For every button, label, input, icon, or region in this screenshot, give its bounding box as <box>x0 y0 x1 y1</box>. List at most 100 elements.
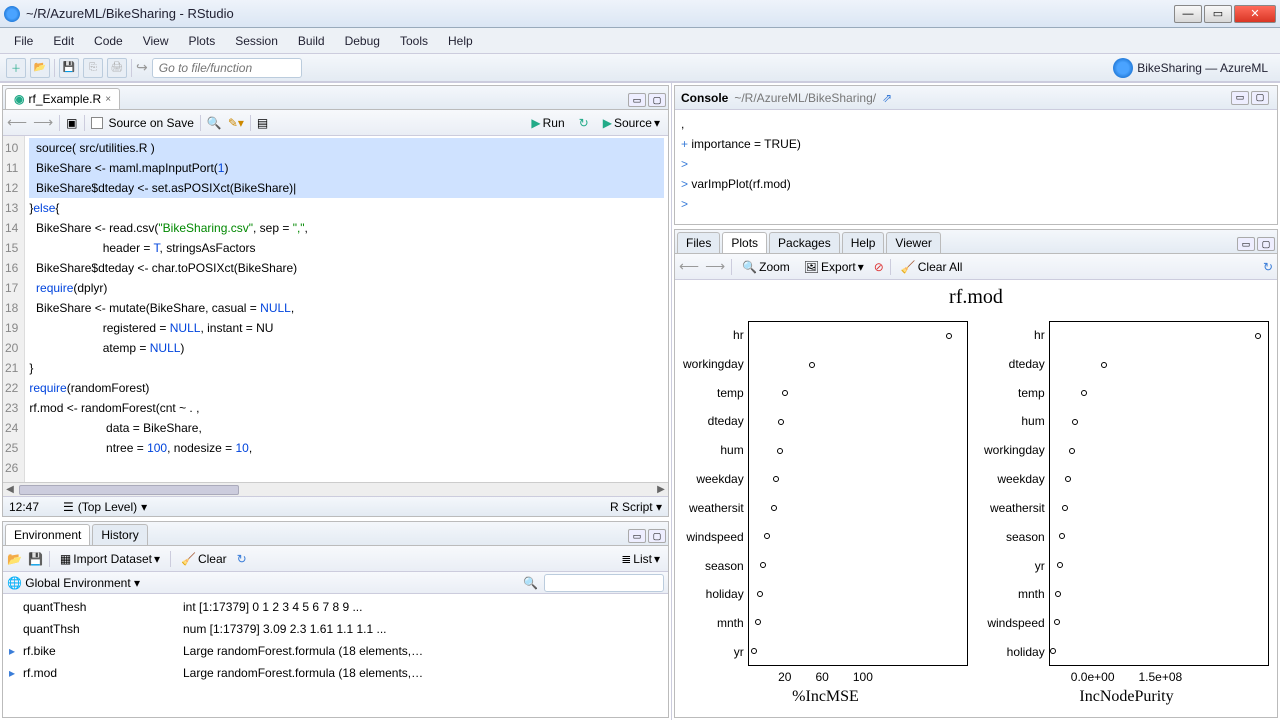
cursor-position: 12:47 <box>9 500 59 514</box>
pane-min-button[interactable]: ▭ <box>628 93 646 107</box>
source-toolbar: ⟵ ⟶ ▣ Source on Save 🔍 ✎▾ ▤ ▶Run ↻ ▶Sour… <box>3 110 668 136</box>
close-tab-icon[interactable]: × <box>105 94 111 105</box>
env-scope-bar: 🌐 Global Environment ▾ 🔍 <box>3 572 668 594</box>
console-path: ~/R/AzureML/BikeSharing/ <box>734 91 876 105</box>
plot-area: rf.mod hrworkingdaytempdtedayhumweekdayw… <box>675 280 1277 717</box>
app-window: ~/R/AzureML/BikeSharing - RStudio — ▭ ✕ … <box>0 0 1280 720</box>
import-dataset-button[interactable]: ▦ Import Dataset ▾ <box>56 550 164 568</box>
rerun-button[interactable]: ↻ <box>575 114 593 132</box>
env-tabstrip: Environment History ▭ ▢ <box>3 522 668 546</box>
project-label[interactable]: BikeSharing — AzureML <box>1137 61 1274 75</box>
wand-icon[interactable]: ✎▾ <box>228 116 244 130</box>
show-in-new-window-icon[interactable]: ▣ <box>66 116 77 130</box>
plots-pane: Files Plots Packages Help Viewer ▭ ▢ ⟵ ⟶… <box>674 229 1278 718</box>
code-editor[interactable]: 101112131415161718192021222324252627 sou… <box>3 136 668 482</box>
console-pane-max[interactable]: ▢ <box>1251 91 1269 105</box>
env-pane-min[interactable]: ▭ <box>628 529 646 543</box>
env-row[interactable]: quantThshnum [1:17379] 3.09 2.3 1.61 1.1… <box>9 618 662 640</box>
menu-plots[interactable]: Plots <box>179 30 226 52</box>
export-button[interactable]: 🖼 Export ▾ <box>800 258 868 276</box>
env-toolbar: 📂 💾 ▦ Import Dataset ▾ 🧹Clear ↻ ≣ List ▾ <box>3 546 668 572</box>
tab-packages[interactable]: Packages <box>769 232 840 253</box>
plots-pane-max[interactable]: ▢ <box>1257 237 1275 251</box>
menu-session[interactable]: Session <box>225 30 288 52</box>
console-pane: Console ~/R/AzureML/BikeSharing/ ⇗ ▭ ▢ ,… <box>674 85 1278 225</box>
plots-pane-min[interactable]: ▭ <box>1237 237 1255 251</box>
scope-selector[interactable]: ☰(Top Level)▾ <box>59 500 610 514</box>
env-row[interactable]: ▸rf.bikeLarge randomForest.formula (18 e… <box>9 640 662 662</box>
remove-plot-icon[interactable]: ⊘ <box>874 260 884 274</box>
plot-prev-icon[interactable]: ⟵ <box>679 258 699 275</box>
plot-next-icon[interactable]: ⟶ <box>705 258 725 275</box>
console-body[interactable]: ,+ importance = TRUE)>> varImpPlot(rf.mo… <box>675 110 1277 224</box>
refresh-env-icon[interactable]: ↻ <box>237 552 247 566</box>
new-file-button[interactable]: ＋ <box>6 58 26 78</box>
editor-status-bar: 12:47 ☰(Top Level)▾ R Script ▾ <box>3 496 668 516</box>
project-icon <box>1113 58 1133 78</box>
maximize-button[interactable]: ▭ <box>1204 5 1232 23</box>
main-area: ◉ rf_Example.R × ▭ ▢ ⟵ ⟶ ▣ <box>0 82 1280 720</box>
zoom-button[interactable]: 🔍 Zoom <box>738 258 794 276</box>
search-icon: 🔍 <box>523 576 538 590</box>
save-button[interactable]: 💾 <box>59 58 79 78</box>
tab-plots[interactable]: Plots <box>722 232 767 253</box>
open-file-button[interactable]: 📂 <box>30 58 50 78</box>
tab-files[interactable]: Files <box>677 232 720 253</box>
tab-environment[interactable]: Environment <box>5 524 90 545</box>
close-button[interactable]: ✕ <box>1234 5 1276 23</box>
menubar: File Edit Code View Plots Session Build … <box>0 28 1280 54</box>
save-all-button[interactable]: ⎘ <box>83 58 103 78</box>
source-tab[interactable]: ◉ rf_Example.R × <box>5 88 120 109</box>
print-button[interactable]: 🖨 <box>107 58 127 78</box>
console-popout-icon[interactable]: ⇗ <box>882 91 892 105</box>
env-row[interactable]: quantTheshint [1:17379] 0 1 2 3 4 5 6 7 … <box>9 596 662 618</box>
save-workspace-icon[interactable]: 💾 <box>28 552 43 566</box>
source-pane: ◉ rf_Example.R × ▭ ▢ ⟵ ⟶ ▣ <box>2 85 669 517</box>
console-title: Console <box>681 91 728 105</box>
pane-max-button[interactable]: ▢ <box>648 93 666 107</box>
language-label[interactable]: R Script ▾ <box>610 500 662 514</box>
source-on-save-checkbox[interactable] <box>91 117 103 129</box>
window-title: ~/R/AzureML/BikeSharing - RStudio <box>26 6 1172 21</box>
run-button[interactable]: ▶Run <box>527 114 568 132</box>
source-on-save-label: Source on Save <box>109 116 194 130</box>
tab-history[interactable]: History <box>92 524 147 545</box>
environment-pane: Environment History ▭ ▢ 📂 💾 ▦ Import Dat… <box>2 521 669 718</box>
env-scope-selector[interactable]: 🌐 Global Environment ▾ <box>7 576 140 590</box>
clear-all-button[interactable]: 🧹Clear All <box>897 258 967 276</box>
menu-view[interactable]: View <box>133 30 179 52</box>
menu-build[interactable]: Build <box>288 30 335 52</box>
menu-file[interactable]: File <box>4 30 43 52</box>
env-row[interactable]: ▸rf.modLarge randomForest.formula (18 el… <box>9 662 662 684</box>
minimize-button[interactable]: — <box>1174 5 1202 23</box>
source-tab-label: rf_Example.R <box>28 92 101 106</box>
plot-title: rf.mod <box>683 286 1269 309</box>
rstudio-icon <box>4 6 20 22</box>
source-button[interactable]: ▶Source ▾ <box>599 114 664 132</box>
editor-hscroll[interactable]: ◀▶ <box>3 482 668 496</box>
menu-help[interactable]: Help <box>438 30 483 52</box>
load-workspace-icon[interactable]: 📂 <box>7 552 22 566</box>
titlebar: ~/R/AzureML/BikeSharing - RStudio — ▭ ✕ <box>0 0 1280 28</box>
menu-debug[interactable]: Debug <box>335 30 390 52</box>
goto-back-icon[interactable]: ↪ <box>136 59 148 76</box>
env-view-mode[interactable]: ≣ List ▾ <box>617 550 664 568</box>
r-file-icon: ◉ <box>14 92 24 106</box>
env-filter-input[interactable] <box>544 574 664 592</box>
menu-code[interactable]: Code <box>84 30 133 52</box>
tab-viewer[interactable]: Viewer <box>886 232 940 253</box>
nav-fwd-icon[interactable]: ⟶ <box>33 114 53 131</box>
find-icon[interactable]: 🔍 <box>207 116 222 130</box>
tab-help[interactable]: Help <box>842 232 885 253</box>
clear-env-button[interactable]: 🧹Clear <box>177 550 231 568</box>
console-pane-min[interactable]: ▭ <box>1231 91 1249 105</box>
goto-file-input[interactable] <box>152 58 302 78</box>
menu-tools[interactable]: Tools <box>390 30 438 52</box>
nav-back-icon[interactable]: ⟵ <box>7 114 27 131</box>
plots-toolbar: ⟵ ⟶ 🔍 Zoom 🖼 Export ▾ ⊘ 🧹Clear All ↻ <box>675 254 1277 280</box>
menu-edit[interactable]: Edit <box>43 30 84 52</box>
notebook-icon[interactable]: ▤ <box>257 116 268 130</box>
console-header: Console ~/R/AzureML/BikeSharing/ ⇗ ▭ ▢ <box>675 86 1277 110</box>
refresh-plot-icon[interactable]: ↻ <box>1263 260 1273 274</box>
env-pane-max[interactable]: ▢ <box>648 529 666 543</box>
